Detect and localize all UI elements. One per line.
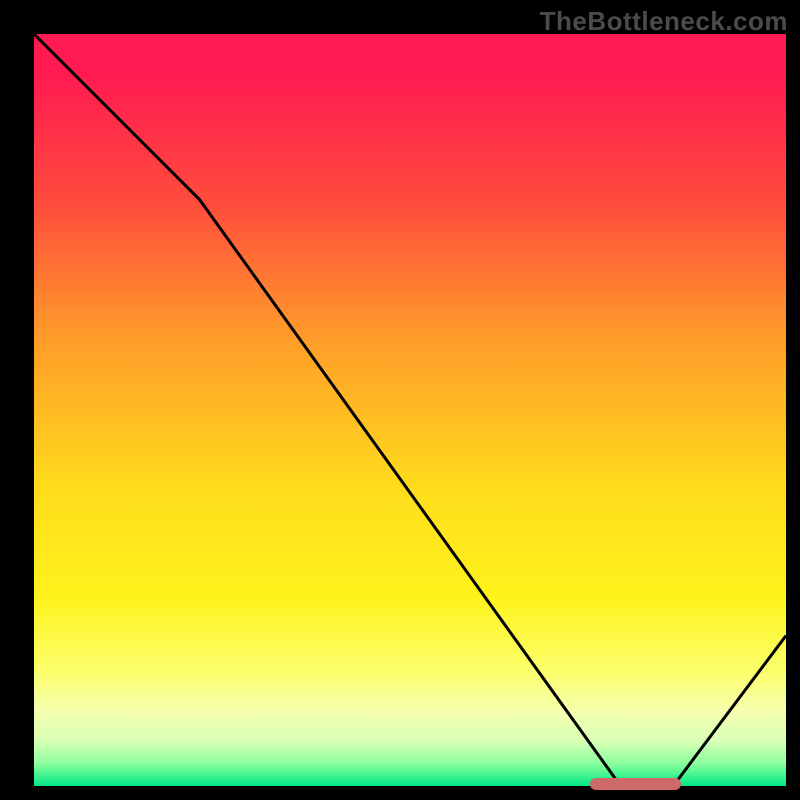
watermark-text: TheBottleneck.com	[540, 6, 788, 37]
plot-area	[34, 34, 786, 786]
chart-frame: TheBottleneck.com	[0, 0, 800, 800]
curve-path	[34, 34, 786, 786]
optimal-range-marker	[590, 778, 680, 790]
bottleneck-curve	[34, 34, 786, 786]
